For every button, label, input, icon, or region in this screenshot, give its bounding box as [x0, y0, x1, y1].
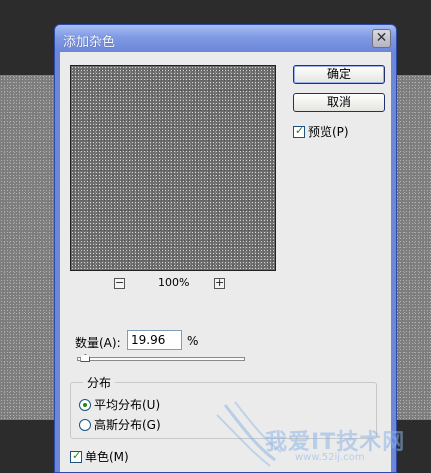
zoom-in-button[interactable]: + — [214, 276, 225, 289]
preview-checkbox-label: 预览(P) — [308, 125, 349, 139]
close-icon: ✕ — [375, 30, 388, 46]
amount-label: 数量(A): — [75, 336, 121, 350]
amount-input[interactable]: 19.96 — [127, 330, 182, 350]
monochromatic-checkbox-label: 单色(M) — [85, 450, 129, 464]
ok-button[interactable]: 确定 — [293, 65, 385, 84]
zoom-level: 100% — [158, 276, 190, 289]
dialog-title-bar[interactable]: 添加杂色 ✕ — [55, 25, 396, 52]
noise-preview-window[interactable] — [70, 65, 276, 271]
radio-uniform[interactable] — [79, 398, 91, 411]
minus-icon: − — [115, 276, 125, 289]
amount-unit: % — [187, 334, 199, 348]
amount-slider-track[interactable] — [77, 357, 245, 361]
radio-gaussian-row[interactable]: 高斯分布(G) — [79, 416, 161, 433]
dialog-title: 添加杂色 — [63, 35, 116, 50]
preview-checkbox-row[interactable]: ✓ 预览(P) — [293, 123, 349, 140]
cancel-button[interactable]: 取消 — [293, 93, 385, 112]
preview-checkbox[interactable]: ✓ — [293, 123, 305, 138]
monochromatic-checkbox[interactable]: ✓ — [70, 448, 82, 463]
plus-icon: + — [215, 276, 225, 289]
check-icon: ✓ — [295, 123, 305, 137]
amount-slider-thumb[interactable] — [80, 354, 91, 362]
close-button[interactable]: ✕ — [372, 29, 391, 48]
zoom-out-button[interactable]: − — [114, 276, 125, 289]
check-icon: ✓ — [72, 448, 82, 462]
radio-gaussian[interactable] — [79, 418, 91, 431]
watermark-url: www.52ij.com — [295, 452, 365, 463]
radio-selected-dot — [83, 402, 87, 407]
radio-uniform-row[interactable]: 平均分布(U) — [79, 396, 160, 413]
radio-gaussian-label: 高斯分布(G) — [94, 418, 161, 432]
distribution-group-title: 分布 — [83, 374, 116, 391]
radio-uniform-label: 平均分布(U) — [94, 398, 161, 412]
monochromatic-checkbox-row[interactable]: ✓ 单色(M) — [70, 448, 129, 465]
